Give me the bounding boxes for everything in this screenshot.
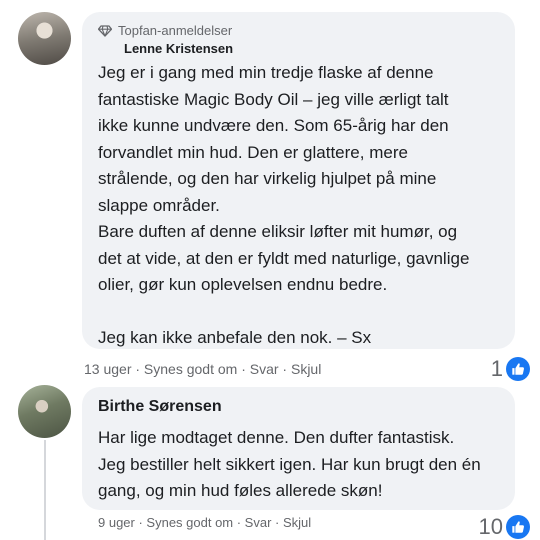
like-thumb-icon [506,357,530,381]
diamond-icon [98,24,112,37]
comment-line: slappe områder. [98,195,220,215]
comment-text: Har lige modtaget denne. Den dufter fant… [98,425,481,505]
comment-actions[interactable]: 13 uger · Synes godt om · Svar · Skjul [84,361,321,377]
comment-line: gang, og min hud føles allerede skøn! [98,481,383,500]
comment-line: Bare duften af denne eliksir løfter mit … [98,222,458,241]
avatar-lenne-kristensen[interactable] [18,12,71,65]
comment-line: olier, gør kun oplevelsen endnu bedre. [98,275,388,294]
reaction-summary[interactable]: 10 [479,514,530,540]
comment-author[interactable]: Lenne Kristensen [124,41,233,56]
like-thumb-icon [506,515,530,539]
comment-line: Jeg er i gang med min tredje flaske af d… [98,63,434,82]
comment-line: ikke kunne undvære den. Som 65-årig har … [98,116,449,135]
comment-line: fantastiske Magic Body Oil – jeg ville æ… [98,89,449,109]
comment-line: Jeg bestiller helt sikkert igen. Har kun… [98,454,481,474]
comment-line: det at vide, at den er fyldt med naturli… [98,248,470,268]
comment-line: Jeg kan ikke anbefale den nok. – Sx [98,328,372,347]
reaction-count: 1 [490,356,503,381]
avatar-birthe-sorensen[interactable] [18,385,71,438]
comment-text: Jeg er i gang med min tredje flaske af d… [98,60,469,352]
comment-line: forvandlet min hud. Den er glattere, mer… [98,142,408,162]
thread-line [44,440,46,540]
comment-line: strålende, og den har virkelig hjulpet p… [98,169,437,188]
comment-author[interactable]: Birthe Sørensen [98,398,222,416]
reaction-count: 10 [478,514,503,539]
badge-label: Topfan-anmeldelser [118,23,233,38]
comment-line: Har lige modtaget denne. Den dufter fant… [98,428,455,447]
comment-actions[interactable]: 9 uger · Synes godt om · Svar · Skjul [98,515,311,530]
top-fan-badge[interactable]: Topfan-anmeldelser [98,23,232,38]
reaction-summary[interactable]: 1 [491,356,530,382]
comment-line [98,299,469,326]
